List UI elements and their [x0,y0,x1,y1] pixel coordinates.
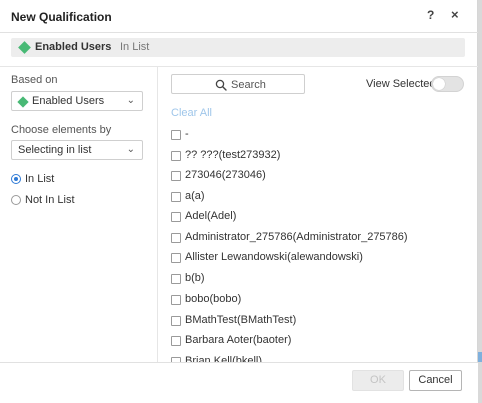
item-checkbox[interactable] [171,274,181,284]
in-list-label: In List [25,173,55,185]
item-checkbox[interactable] [171,316,181,326]
item-checkbox[interactable] [171,171,181,181]
element-list[interactable]: - ?? ???(test273932) 273046(273046) a(a)… [170,124,470,363]
list-item[interactable]: ?? ???(test273932) [170,148,470,162]
item-label: BMathTest(BMathTest) [185,314,297,326]
item-label: ?? ???(test273932) [185,149,281,161]
item-label: - [185,128,189,140]
item-label: Allister Lewandowski(alewandowski) [185,251,363,263]
based-on-select[interactable]: Enabled Users ⌄ [11,91,143,111]
dialog-footer: OK Cancel [0,362,478,403]
item-label: Adel(Adel) [185,210,237,222]
based-on-label: Based on [11,74,58,86]
view-selected-label: View Selected [366,78,436,90]
item-checkbox[interactable] [171,192,181,202]
chevron-down-icon: ⌄ [126,95,135,106]
dialog-title: New Qualification [11,10,112,24]
attribute-diamond-icon [18,41,31,54]
item-label: b(b) [185,272,205,284]
not-in-list-label: Not In List [25,194,75,206]
clear-all-link[interactable]: Clear All [171,107,212,119]
cancel-button[interactable]: Cancel [409,370,462,391]
title-bar: New Qualification ? × [0,0,478,33]
search-placeholder: Search [231,79,266,91]
summary-operator: In List [120,41,150,53]
background-accent [478,352,482,362]
attribute-diamond-icon [17,96,29,108]
list-item[interactable]: 273046(273046) [170,168,470,182]
close-icon[interactable]: × [451,7,459,22]
panel-divider [157,67,158,363]
choose-elements-label: Choose elements by [11,124,112,136]
background-edge [478,0,482,403]
list-item[interactable]: a(a) [170,189,470,203]
choose-elements-value: Selecting in list [18,144,92,156]
summary-attribute: Enabled Users [35,41,112,53]
item-checkbox[interactable] [171,336,181,346]
list-item[interactable]: - [170,127,470,141]
qualification-summary: Enabled Users In List [11,38,465,57]
item-checkbox[interactable] [171,253,181,263]
item-label: Barbara Aoter(baoter) [185,334,292,346]
toggle-knob [433,78,445,90]
item-checkbox[interactable] [171,130,181,140]
list-item[interactable]: b(b) [170,271,470,285]
view-selected-toggle[interactable] [431,76,464,92]
item-label: a(a) [185,190,205,202]
list-item[interactable]: BMathTest(BMathTest) [170,313,470,327]
search-input[interactable]: Search [171,74,305,94]
ok-button[interactable]: OK [352,370,404,391]
item-label: Administrator_275786(Administrator_27578… [185,231,408,243]
body-divider [0,66,478,67]
new-qualification-dialog: New Qualification ? × Enabled Users In L… [0,0,478,403]
item-label: 273046(273046) [185,169,266,181]
item-label: bobo(bobo) [185,293,242,305]
help-icon[interactable]: ? [427,8,434,22]
choose-elements-select[interactable]: Selecting in list ⌄ [11,140,143,160]
in-list-radio[interactable] [11,174,21,184]
list-item[interactable]: Administrator_275786(Administrator_27578… [170,230,470,244]
search-icon [215,79,227,91]
list-item[interactable]: Allister Lewandowski(alewandowski) [170,250,470,264]
list-item[interactable]: Barbara Aoter(baoter) [170,333,470,347]
item-checkbox[interactable] [171,295,181,305]
item-checkbox[interactable] [171,151,181,161]
list-item[interactable]: Adel(Adel) [170,209,470,223]
chevron-down-icon: ⌄ [126,144,135,155]
based-on-value: Enabled Users [32,95,105,107]
item-checkbox[interactable] [171,233,181,243]
list-item[interactable]: bobo(bobo) [170,292,470,306]
not-in-list-radio[interactable] [11,195,21,205]
item-checkbox[interactable] [171,212,181,222]
